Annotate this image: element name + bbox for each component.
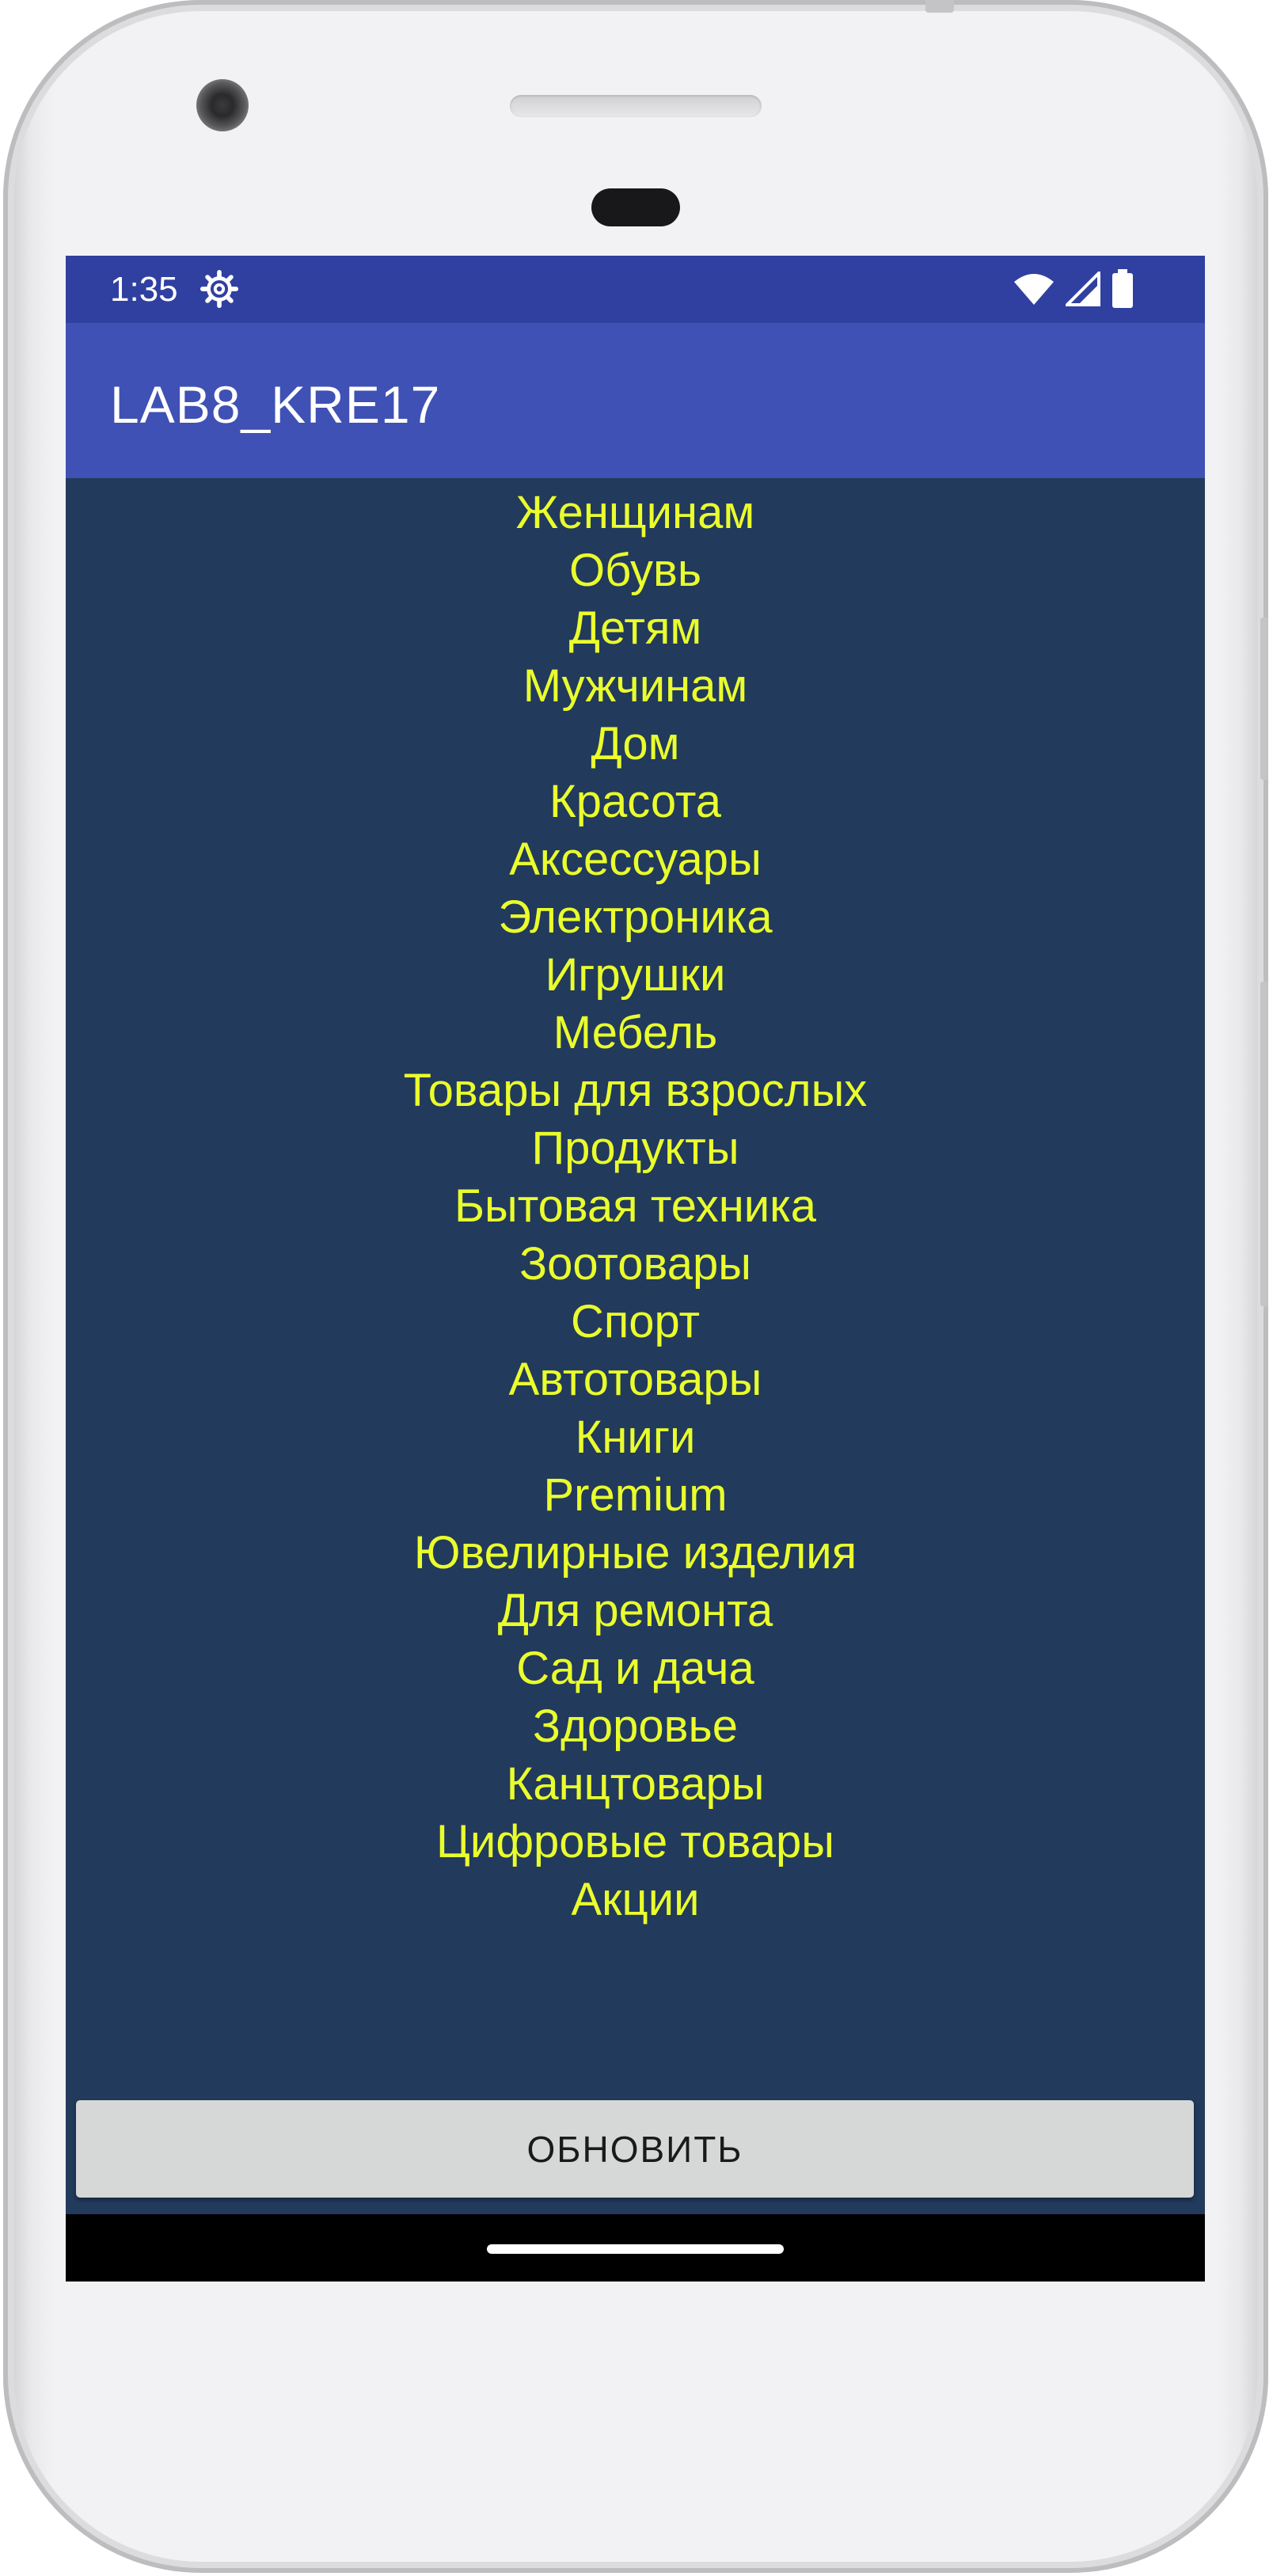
category-list-item[interactable]: Продукты [66, 1119, 1205, 1177]
category-list-item[interactable]: Электроника [66, 888, 1205, 946]
status-time: 1:35 [110, 270, 178, 309]
category-list-item[interactable]: Женщинам [66, 484, 1205, 541]
category-list-item[interactable]: Детям [66, 599, 1205, 657]
category-list-item[interactable]: Цифровые товары [66, 1813, 1205, 1871]
category-list-item[interactable]: Книги [66, 1408, 1205, 1466]
category-list-item[interactable]: Сад и дача [66, 1639, 1205, 1697]
category-list-item[interactable]: Спорт [66, 1293, 1205, 1351]
category-list-item[interactable]: Мужчинам [66, 657, 1205, 715]
status-icons [1013, 268, 1134, 310]
power-button [1260, 617, 1268, 780]
category-list-item[interactable]: Зоотовары [66, 1235, 1205, 1293]
navigation-bar [66, 2214, 1205, 2282]
category-list-item[interactable]: Здоровье [66, 1697, 1205, 1755]
category-list-item[interactable]: Канцтовары [66, 1755, 1205, 1813]
category-list-item[interactable]: Аксессуары [66, 830, 1205, 888]
status-bar: 1:35 [66, 256, 1205, 323]
category-list-item[interactable]: Для ремонта [66, 1582, 1205, 1639]
cell-signal-icon [1066, 272, 1100, 306]
earpiece-speaker [510, 95, 762, 117]
category-list-item[interactable]: Мебель [66, 1004, 1205, 1062]
category-list-item[interactable]: Бытовая техника [66, 1177, 1205, 1235]
battery-icon [1112, 269, 1133, 308]
app-title: LAB8_KRE17 [110, 375, 441, 434]
app-bar: LAB8_KRE17 [66, 323, 1205, 478]
category-list-item[interactable]: Обувь [66, 541, 1205, 599]
proximity-sensor [591, 188, 680, 226]
category-list-item[interactable]: Автотовары [66, 1351, 1205, 1408]
phone-top-nub [925, 0, 954, 13]
volume-button [1260, 982, 1268, 1306]
front-camera [196, 79, 249, 131]
refresh-button[interactable]: ОБНОВИТЬ [76, 2100, 1194, 2198]
home-gesture-handle[interactable] [487, 2244, 784, 2254]
settings-gear-icon [200, 269, 239, 309]
category-list-item[interactable]: Дом [66, 715, 1205, 773]
category-list-item[interactable]: Игрушки [66, 946, 1205, 1004]
category-list-item[interactable]: Premium [66, 1466, 1205, 1524]
category-list-item[interactable]: Красота [66, 773, 1205, 830]
category-list-item[interactable]: Ювелирные изделия [66, 1524, 1205, 1582]
category-list-item[interactable]: Акции [66, 1871, 1205, 1924]
phone-frame: 1:35 LAB8_KRE17 Женщинам Обувь Детям Муж… [3, 0, 1268, 2573]
category-list-item[interactable]: Товары для взрослых [66, 1062, 1205, 1119]
category-list-items: Женщинам Обувь Детям Мужчинам Дом Красота Аксе… [66, 484, 1205, 1924]
category-list[interactable]: Женщинам Обувь Детям Мужчинам Дом Красота Аксе… [66, 478, 1205, 1924]
device-screen: 1:35 LAB8_KRE17 Женщинам Обувь Детям Муж… [66, 256, 1205, 2282]
wifi-icon [1014, 274, 1054, 305]
